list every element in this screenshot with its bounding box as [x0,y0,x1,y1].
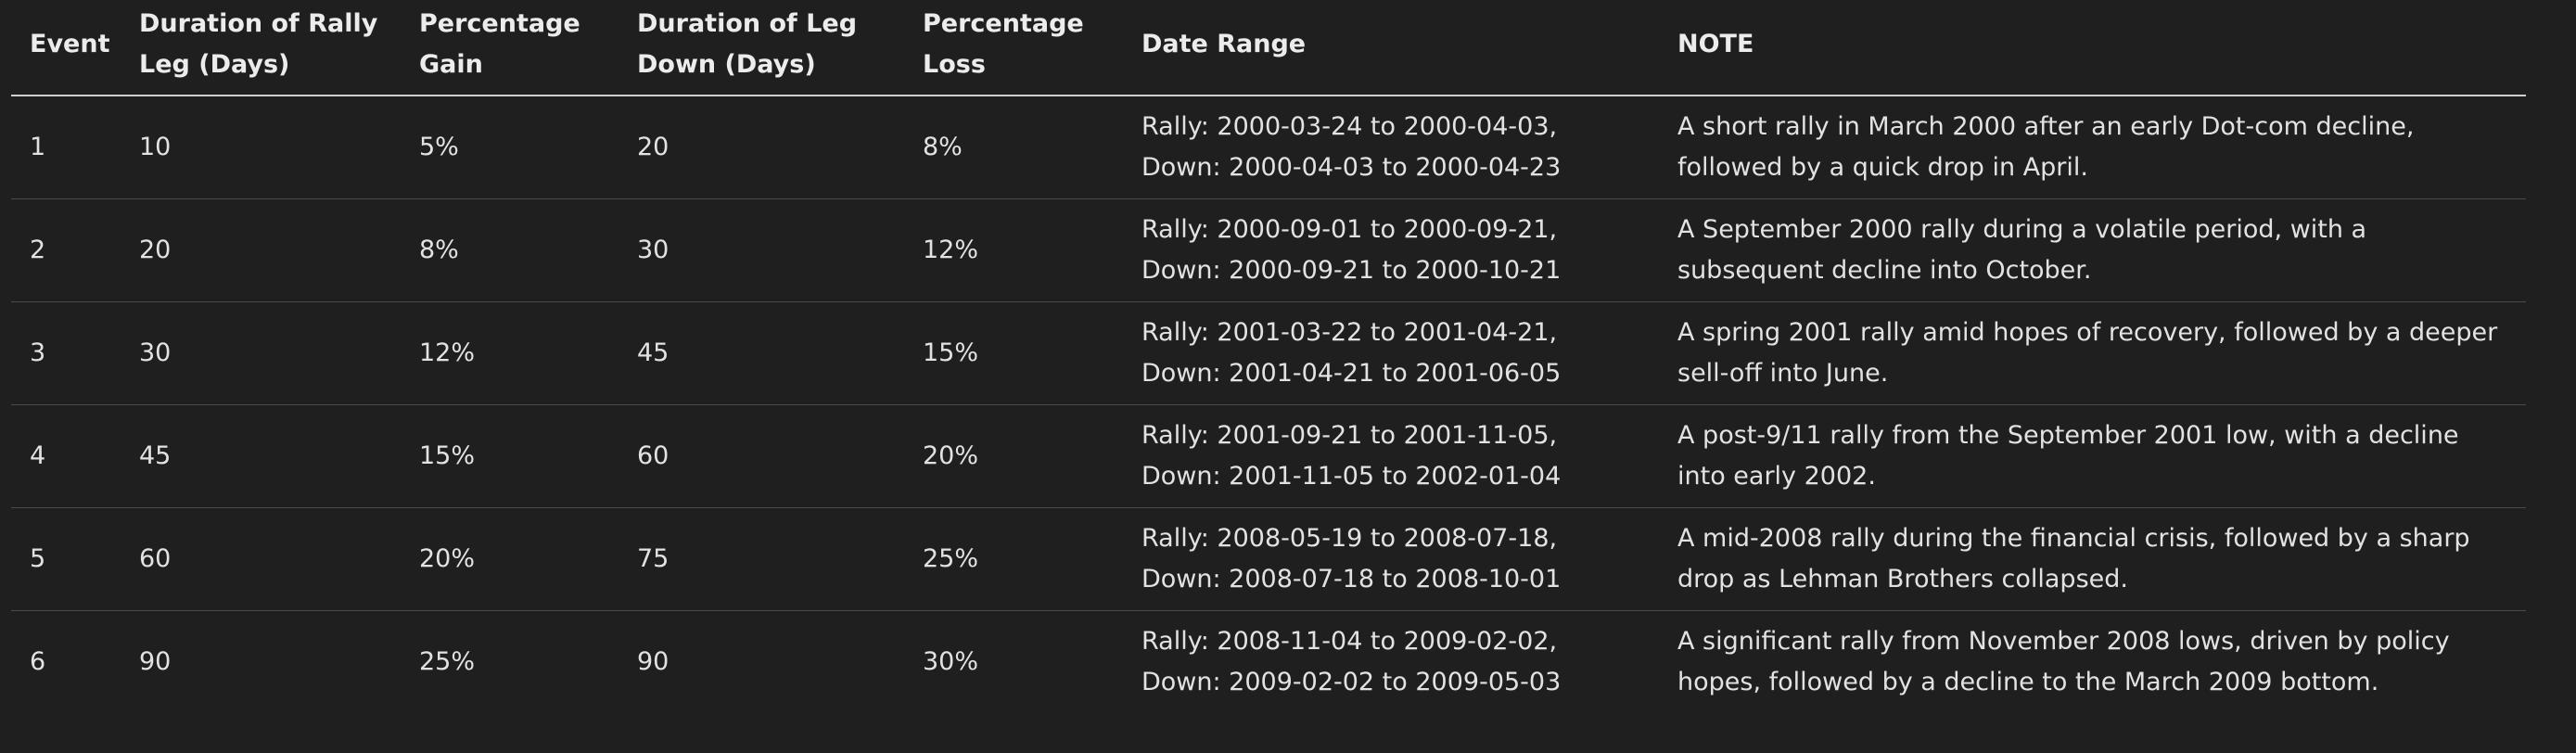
cell-percentage-gain: 8% [401,198,618,302]
cell-rally-duration: 60 [121,507,401,611]
cell-down-duration: 30 [618,198,904,302]
cell-percentage-loss: 12% [904,198,1123,302]
table-row: 2 20 8% 30 12% Rally: 2000-09-01 to 2000… [11,198,2526,302]
cell-percentage-gain: 15% [401,404,618,508]
cell-note: A short rally in March 2000 after an ear… [1659,96,2526,199]
cell-event: 6 [30,646,46,676]
cell-down-duration: 90 [637,646,670,676]
cell-down-duration: 60 [618,404,904,508]
header-percentage-gain: Percentage Gain [401,0,618,96]
cell-percentage-loss: 20% [904,404,1123,508]
table-row: 4 45 15% 60 20% Rally: 2001-09-21 to 200… [11,404,2526,508]
cell-note: A significant rally from November 2008 l… [1677,626,2450,696]
cell-down-duration: 75 [618,507,904,611]
header-date-range: Date Range [1123,0,1659,96]
cell-percentage-gain: 5% [401,96,618,199]
cell-date-range: Rally: 2000-03-24 to 2000-04-03, Down: 2… [1123,96,1659,199]
cell-note: A mid-2008 rally during the financial cr… [1659,507,2526,611]
cell-rally-duration: 45 [121,404,401,508]
cell-note: A September 2000 rally during a volatile… [1659,198,2526,302]
header-rally-duration: Duration of Rally Leg (Days) [121,0,401,96]
cell-event: 1 [11,96,121,199]
cell-percentage-gain: 20% [401,507,618,611]
cell-note: A post-9/11 rally from the September 200… [1659,404,2526,508]
cell-date-range: Rally: 2001-03-22 to 2001-04-21, Down: 2… [1123,301,1659,405]
cell-date-range: Rally: 2008-05-19 to 2008-07-18, Down: 2… [1123,507,1659,611]
cell-rally-duration: 20 [121,198,401,302]
cell-percentage-loss: 15% [904,301,1123,405]
table-body: 1 10 5% 20 8% Rally: 2000-03-24 to 2000-… [11,96,2526,713]
table-header: Event Duration of Rally Leg (Days) Perce… [11,0,2526,96]
header-note: NOTE [1659,0,2526,96]
cell-date-range: Rally: 2000-09-01 to 2000-09-21, Down: 2… [1123,198,1659,302]
header-row: Event Duration of Rally Leg (Days) Perce… [11,0,2526,96]
table-row: 6 90 25% 90 30% Rally: 2008-11-04 to 200… [11,610,2526,713]
cell-event: 3 [11,301,121,405]
cell-percentage-loss: 30% [923,646,979,676]
cell-rally-duration: 30 [121,301,401,405]
cell-event: 4 [11,404,121,508]
cell-down-duration: 20 [618,96,904,199]
cell-down-duration: 45 [618,301,904,405]
header-down-duration: Duration of Leg Down (Days) [618,0,904,96]
cell-rally-duration: 90 [139,646,172,676]
header-percentage-loss: Percentage Loss [904,0,1123,96]
header-event: Event [11,0,121,96]
cell-percentage-gain: 12% [401,301,618,405]
cell-event: 5 [11,507,121,611]
rally-events-table: Event Duration of Rally Leg (Days) Perce… [11,0,2526,713]
cell-date-range: Rally: 2001-09-21 to 2001-11-05, Down: 2… [1123,404,1659,508]
rally-events-table-container: Event Duration of Rally Leg (Days) Perce… [11,0,2526,713]
cell-percentage-gain: 25% [419,646,476,676]
cell-event: 2 [11,198,121,302]
cell-percentage-loss: 8% [904,96,1123,199]
table-row: 5 60 20% 75 25% Rally: 2008-05-19 to 200… [11,507,2526,611]
cell-date-range: Rally: 2008-11-04 to 2009-02-02, Down: 2… [1141,626,1562,696]
cell-percentage-loss: 25% [904,507,1123,611]
table-row: 3 30 12% 45 15% Rally: 2001-03-22 to 200… [11,301,2526,405]
cell-note: A spring 2001 rally amid hopes of recove… [1659,301,2526,405]
table-row: 1 10 5% 20 8% Rally: 2000-03-24 to 2000-… [11,96,2526,199]
cell-rally-duration: 10 [121,96,401,199]
